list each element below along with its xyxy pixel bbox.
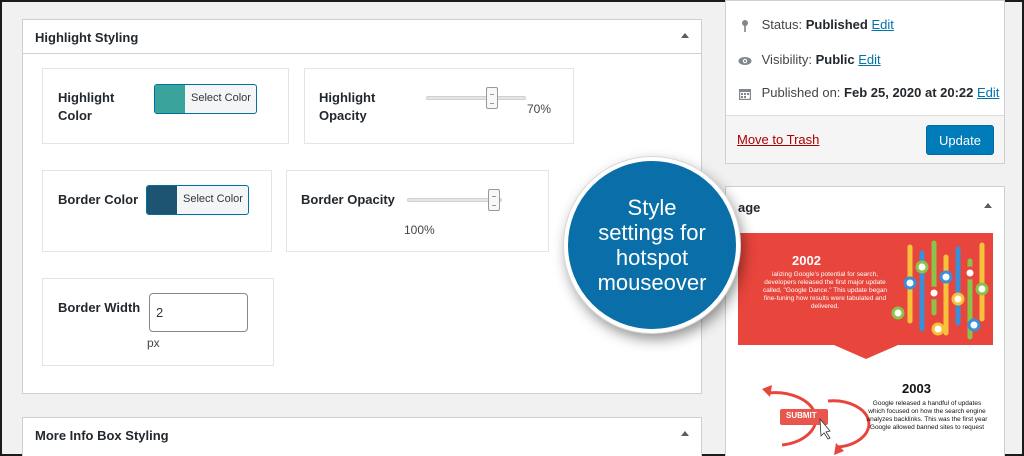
status-row: Status: Published Edit: [738, 17, 894, 33]
visibility-label: Visibility:: [761, 52, 812, 67]
highlight-opacity-slider-handle[interactable]: [486, 87, 498, 109]
border-opacity-slider-handle[interactable]: [488, 189, 500, 211]
highlight-opacity-slider-track[interactable]: [426, 96, 526, 100]
border-color-picker-button[interactable]: Select Color: [146, 185, 249, 215]
edit-visibility-link[interactable]: Edit: [858, 52, 880, 67]
eye-icon: [738, 56, 752, 65]
border-width-input[interactable]: [149, 293, 248, 332]
edit-status-link[interactable]: Edit: [871, 17, 893, 32]
image-panel: age 2002 ializing Google's potential for…: [725, 186, 1005, 456]
border-width-field: Border Width px: [42, 278, 274, 366]
infographic-year-2003: 2003: [902, 381, 931, 396]
collapse-arrow-icon[interactable]: [681, 33, 689, 38]
move-to-trash-link[interactable]: Move to Trash: [737, 132, 819, 147]
visibility-row: Visibility: Public Edit: [738, 52, 881, 68]
panel-title: age: [738, 200, 761, 215]
visibility-value: Public: [815, 52, 855, 67]
panel-header[interactable]: age: [726, 187, 1004, 221]
border-opacity-label: Border Opacity: [301, 192, 395, 207]
panel-header[interactable]: More Info Box Styling: [23, 418, 701, 452]
border-color-label: Border Color: [58, 192, 139, 207]
published-on-value: Feb 25, 2020 at 20:22: [844, 85, 974, 100]
color-swatch: [155, 85, 185, 113]
update-button[interactable]: Update: [926, 125, 994, 155]
publish-panel: Status: Published Edit Visibility: Publi…: [725, 0, 1005, 164]
select-color-label: Select Color: [191, 92, 251, 104]
highlight-opacity-label: Highlight Opacity: [319, 90, 376, 123]
panel-title: Highlight Styling: [35, 30, 139, 45]
callout-bubble: Style settings for hotspot mouseover: [564, 157, 740, 333]
border-width-unit: px: [147, 336, 160, 350]
panel-header[interactable]: Highlight Styling: [23, 20, 701, 54]
select-color-label: Select Color: [183, 193, 243, 205]
border-width-label: Border Width: [58, 300, 141, 315]
highlight-color-field: Highlight Color Select Color: [42, 68, 289, 144]
pin-icon: [742, 19, 748, 32]
published-on-label: Published on:: [761, 85, 841, 100]
calendar-icon: [739, 88, 751, 100]
panel-title: More Info Box Styling: [35, 428, 169, 443]
publish-actions: Move to Trash Update: [726, 115, 1004, 163]
infographic-year-2002: 2002: [792, 253, 821, 268]
border-opacity-value: 100%: [404, 223, 435, 237]
infographic-submit-label: SUBMIT: [786, 411, 817, 420]
highlight-opacity-value: 70%: [527, 102, 552, 116]
status-label: Status:: [761, 17, 803, 32]
border-opacity-field: Border Opacity 100%: [286, 170, 549, 252]
highlight-color-picker-button[interactable]: Select Color: [154, 84, 257, 114]
more-info-box-styling-panel: More Info Box Styling: [22, 417, 702, 456]
color-swatch: [147, 186, 177, 214]
highlight-color-label: Highlight Color: [58, 90, 115, 123]
infographic-text-2002: ializing Google's potential for search, …: [762, 271, 888, 310]
highlight-opacity-field: Highlight Opacity 70%: [304, 68, 574, 144]
infographic-text-2003: Google released a handful of updates whi…: [866, 400, 988, 431]
border-color-field: Border Color Select Color: [42, 170, 272, 252]
infographic-image[interactable]: 2002 ializing Google's potential for sea…: [738, 233, 993, 456]
collapse-arrow-icon[interactable]: [681, 431, 689, 436]
callout-text: Style settings for hotspot mouseover: [597, 195, 707, 295]
edit-date-link[interactable]: Edit: [977, 85, 999, 100]
published-on-row: Published on: Feb 25, 2020 at 20:22 Edit: [738, 85, 999, 101]
status-value: Published: [805, 17, 868, 32]
collapse-arrow-icon[interactable]: [984, 203, 992, 208]
